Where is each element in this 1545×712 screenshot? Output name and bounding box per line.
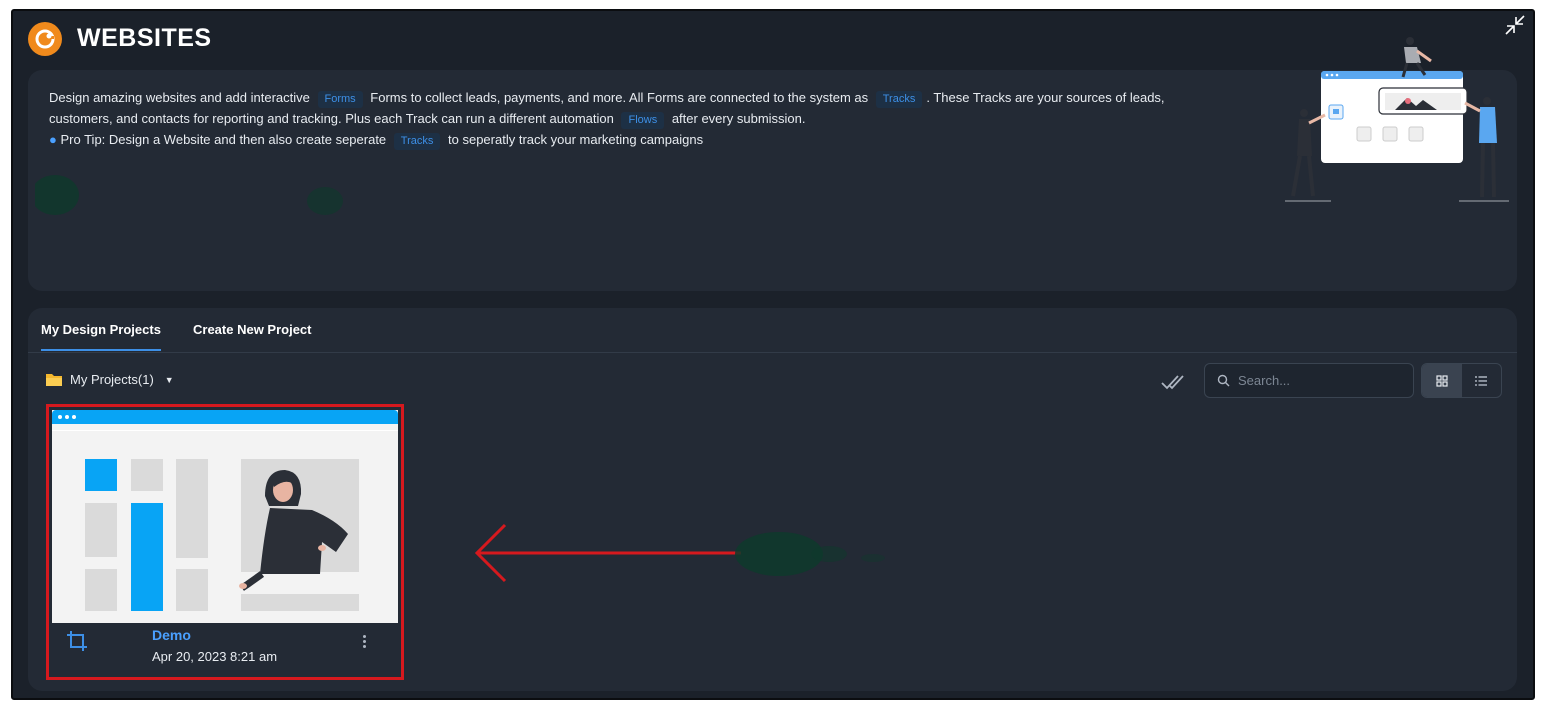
project-thumbnail[interactable]: [52, 410, 398, 623]
search-icon: [1217, 374, 1230, 387]
thumbnail-browser-bar: [52, 410, 398, 424]
list-view-button[interactable]: [1462, 364, 1502, 397]
view-toggle: [1421, 363, 1502, 398]
orange-logo-icon: [28, 22, 62, 56]
tracks-pill[interactable]: Tracks: [393, 133, 441, 150]
list-icon: [1475, 375, 1488, 386]
banner-line-2: customers, and contacts for reporting an…: [49, 108, 1229, 129]
crop-icon[interactable]: [66, 630, 88, 652]
banner-text: Forms to collect leads, payments, and mo…: [370, 90, 869, 105]
grid-icon: [1436, 374, 1448, 387]
banner-text: to seperatly track your marketing campai…: [448, 132, 704, 147]
project-card-footer: Demo Apr 20, 2023 8:21 am: [52, 623, 398, 674]
banner-text: after every submission.: [671, 111, 806, 126]
tab-bar: My Design Projects Create New Project: [28, 308, 1517, 353]
tab-my-design-projects[interactable]: My Design Projects: [41, 322, 161, 351]
project-date: Apr 20, 2023 8:21 am: [152, 649, 278, 664]
flows-pill[interactable]: Flows: [621, 112, 665, 129]
grid-view-button[interactable]: [1422, 364, 1462, 397]
redaction-smudge: [735, 532, 885, 576]
folder-icon: [46, 374, 62, 386]
search-input[interactable]: [1238, 373, 1398, 388]
website-illustration-icon: [1285, 37, 1509, 202]
banner-description: Design amazing websites and add interact…: [49, 87, 1229, 150]
project-card[interactable]: Demo Apr 20, 2023 8:21 am: [46, 404, 404, 680]
tab-create-new-project[interactable]: Create New Project: [193, 322, 312, 349]
folder-selector[interactable]: My Projects(1) ▼: [45, 372, 174, 387]
search-box[interactable]: [1204, 363, 1414, 398]
banner-line-1: Design amazing websites and add interact…: [49, 87, 1229, 108]
forms-pill[interactable]: Forms: [317, 91, 363, 108]
more-options-icon[interactable]: [357, 631, 371, 651]
banner-text: . These Tracks are your sources of leads…: [926, 90, 1165, 105]
tracks-pill[interactable]: Tracks: [875, 91, 923, 108]
banner-text: customers, and contacts for reporting an…: [49, 111, 614, 126]
projects-panel: My Design Projects Create New Project My…: [28, 308, 1517, 691]
redaction-smudge: [35, 175, 343, 215]
lightbulb-icon: ●: [49, 132, 57, 147]
app-window: WEBSITES Design amazing websites and add…: [11, 9, 1535, 700]
banner-line-3: ● Pro Tip: Design a Website and then als…: [49, 129, 1229, 150]
project-name[interactable]: Demo: [152, 627, 191, 643]
red-arrow-annotation: [474, 523, 741, 583]
website-layout-icon: [52, 430, 398, 623]
page-title: WEBSITES: [77, 24, 212, 52]
folder-label: My Projects(1): [70, 372, 154, 387]
chevron-down-icon: ▼: [164, 374, 174, 385]
double-check-icon[interactable]: [1160, 371, 1186, 393]
banner-text: Pro Tip: Design a Website and then also …: [60, 132, 387, 147]
banner-text: Design amazing websites and add interact…: [49, 90, 310, 105]
